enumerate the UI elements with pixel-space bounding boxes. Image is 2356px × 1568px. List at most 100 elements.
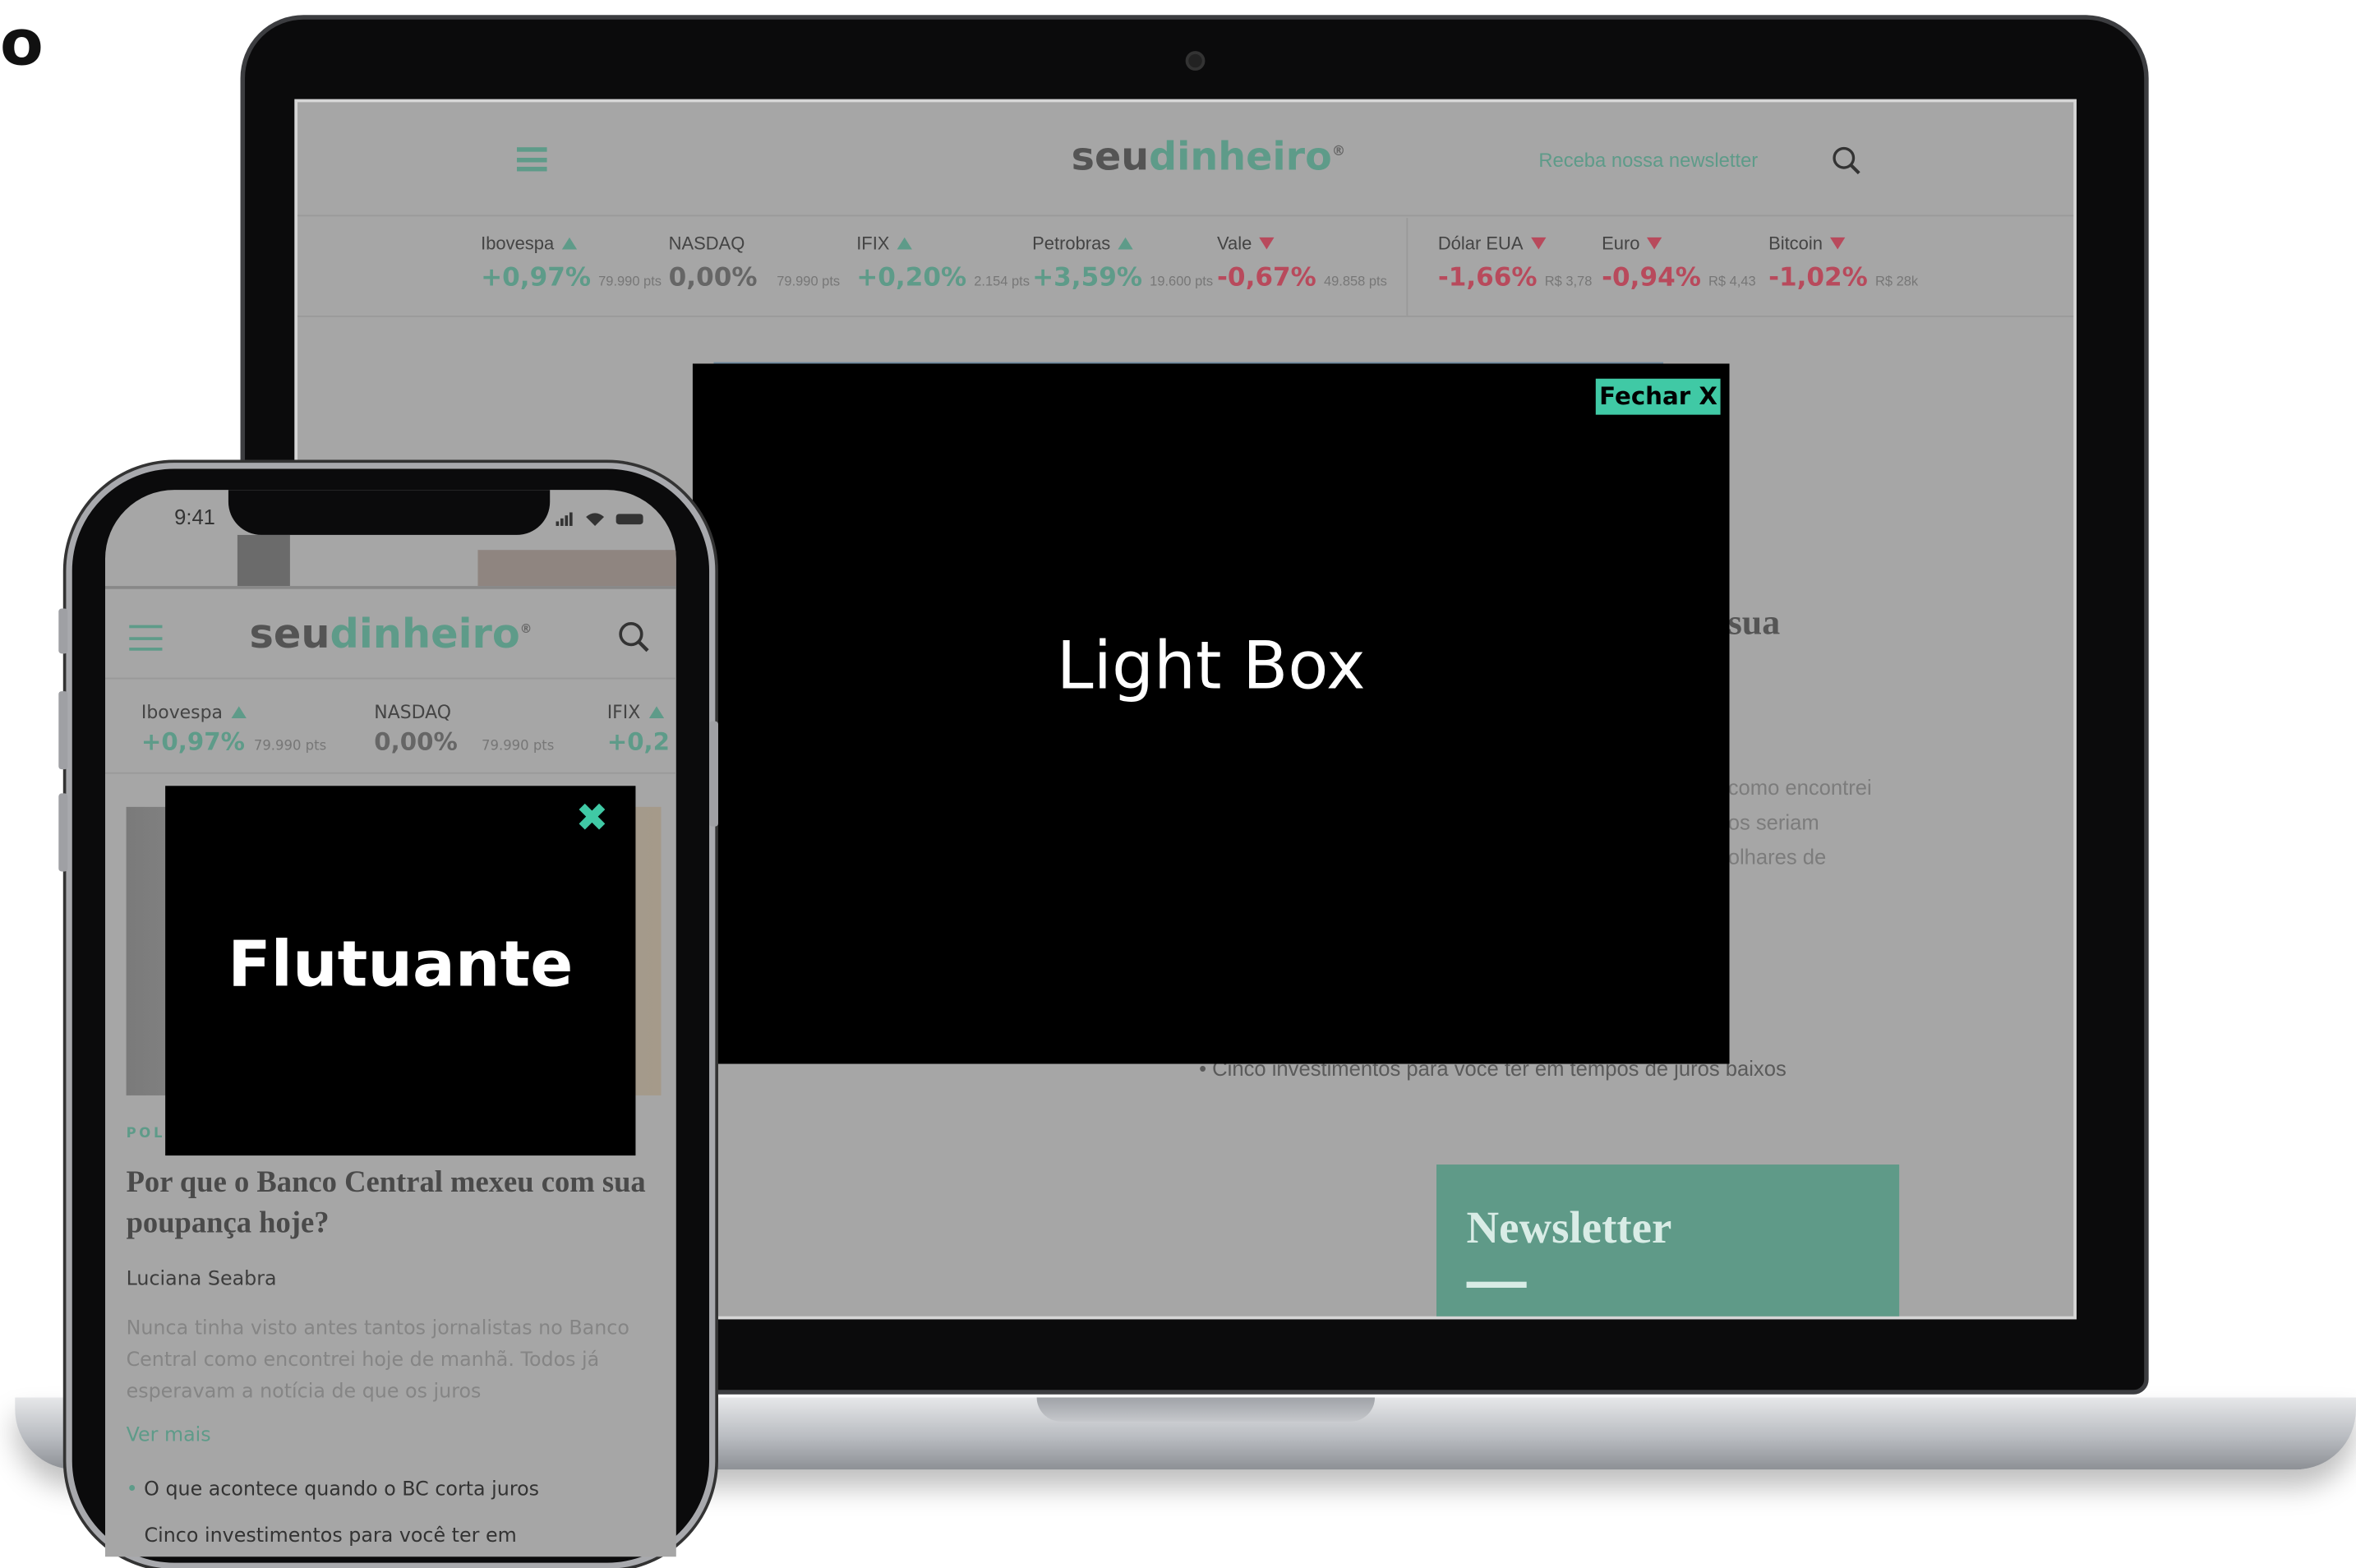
ticker-nasdaq[interactable]: NASDAQ 0,00% 79.990 pts (669, 233, 840, 293)
corner-text: o (0, 6, 44, 80)
search-icon[interactable] (616, 619, 652, 655)
site-header: seudinheiro® Receba nossa newsletter (297, 102, 2074, 217)
ticker-name: Petrobras (1032, 233, 1111, 255)
ticker-name: NASDAQ (668, 233, 745, 255)
lightbox-modal: Light Box Fechar X (692, 363, 1730, 1064)
ticker-ifix[interactable]: IFIX +0,2 (607, 702, 670, 756)
ticker-percent: +0,20% (856, 262, 967, 293)
ticker-points: 79.990 pts (598, 273, 662, 289)
floating-ad: Flutuante ✖ (165, 786, 636, 1156)
ticker-dolar[interactable]: Dólar EUA -1,66% R$ 3,78 (1438, 233, 1593, 293)
ticker-percent: -1,66% (1437, 262, 1538, 293)
ticker-percent: -0,94% (1602, 262, 1701, 293)
read-more-link[interactable]: Ver mais (127, 1424, 211, 1446)
status-time: 9:41 (174, 505, 215, 529)
ticker-euro[interactable]: Euro -0,94% R$ 4,43 (1602, 233, 1756, 293)
arrow-down-icon (1647, 237, 1662, 250)
newsletter-link[interactable]: Receba nossa newsletter (1538, 149, 1758, 171)
arrow-down-icon (1530, 237, 1546, 250)
arrow-down-icon (1259, 237, 1275, 250)
related-link-label: O que acontece quando o BC corta juros (144, 1478, 540, 1501)
menu-icon[interactable] (516, 147, 547, 172)
arrow-up-icon (231, 706, 247, 718)
logo-part-a: seu (249, 611, 330, 658)
phone-side-button (58, 793, 68, 872)
ticker-name: Ibovespa (481, 233, 555, 255)
ticker-points: 79.990 pts (253, 739, 327, 754)
background-photo (237, 534, 290, 587)
article-author: Luciana Seabra (126, 1268, 277, 1291)
ticker-points: 19.600 pts (1150, 273, 1214, 289)
phone-ticker-bar: Ibovespa +0,97% 79.990 pts NASDAQ 0,00% 79… (104, 680, 676, 774)
background-photo (477, 550, 676, 587)
phone-side-button (58, 608, 68, 654)
ticker-points: 79.990 pts (777, 273, 841, 289)
ticker-points: 49.858 pts (1323, 273, 1387, 289)
ticker-name: NASDAQ (374, 701, 452, 723)
ticker-points: R$ 4,43 (1708, 273, 1756, 289)
floating-ad-title: Flutuante (228, 927, 574, 1001)
site-logo[interactable]: seudinheiro® (1072, 136, 1346, 181)
ticker-name: Vale (1217, 233, 1252, 255)
ticker-percent: 0,00% (374, 726, 458, 756)
laptop-camera (1185, 51, 1206, 71)
menu-icon[interactable] (129, 625, 163, 651)
ticker-bar: Ibovespa +0,97% 79.990 pts NASDAQ 0,00% 79… (297, 218, 2074, 317)
article-excerpt: Nunca tinha visto antes tantos jornalist… (126, 1317, 629, 1404)
ticker-ibovespa[interactable]: Ibovespa +0,97% 79.990 pts (141, 702, 326, 756)
search-icon[interactable] (1830, 145, 1863, 178)
site-logo[interactable]: seudinheiro® (250, 611, 533, 658)
ticker-name: Bitcoin (1768, 233, 1823, 255)
close-icon[interactable]: ✖ (574, 800, 610, 839)
ticker-points: R$ 3,78 (1544, 273, 1593, 289)
ticker-petrobras[interactable]: Petrobras +3,59% 19.600 pts (1032, 233, 1213, 293)
arrow-down-icon (1830, 237, 1846, 250)
ticker-percent: -0,67% (1217, 262, 1316, 293)
newsletter-underline (1466, 1281, 1527, 1288)
article-category[interactable]: POL (127, 1127, 166, 1141)
article-title-fragment: sua (1727, 604, 1781, 643)
article-text-fragment: os seriam (1727, 809, 1819, 834)
phone-side-button (709, 721, 718, 827)
ticker-divider (1406, 218, 1409, 317)
logo-part-b: dinheiro (330, 611, 520, 658)
ticker-nasdaq[interactable]: NASDAQ 0,00% 79.990 pts (374, 702, 554, 756)
phone-notch (228, 490, 551, 535)
logo-mark: ® (519, 621, 533, 636)
ticker-name: Euro (1602, 233, 1640, 255)
ticker-name: IFIX (606, 701, 641, 723)
ticker-vale[interactable]: Vale -0,67% 49.858 pts (1217, 233, 1387, 293)
ticker-name: IFIX (856, 233, 890, 255)
ticker-ibovespa[interactable]: Ibovespa +0,97% 79.990 pts (481, 233, 662, 293)
logo-part-a: seu (1071, 135, 1150, 181)
newsletter-box[interactable]: Newsletter (1436, 1164, 1900, 1317)
related-link[interactable]: • O que acontece quando o BC corta juros (127, 1478, 539, 1501)
ticker-points: 2.154 pts (974, 273, 1030, 289)
ticker-percent: -1,02% (1768, 262, 1868, 293)
newsletter-title: Newsletter (1466, 1203, 1672, 1253)
arrow-up-icon (649, 706, 665, 718)
ticker-percent: +0,2 (606, 726, 671, 756)
ticker-percent: +3,59% (1032, 262, 1143, 293)
ticker-points: 79.990 pts (482, 739, 555, 754)
ticker-bitcoin[interactable]: Bitcoin -1,02% R$ 28k (1768, 233, 1918, 293)
ticker-ifix[interactable]: IFIX +0,20% 2.154 pts (856, 233, 1030, 293)
ticker-points: R$ 28k (1874, 273, 1919, 289)
article-text-fragment: como encontrei (1727, 775, 1872, 800)
phone-site-header: seudinheiro® (104, 586, 676, 680)
article-title[interactable]: Por que o Banco Central mexeu com sua po… (127, 1163, 652, 1244)
logo-mark: ® (1331, 145, 1346, 160)
arrow-up-icon (1118, 237, 1133, 250)
logo-part-b: dinheiro (1149, 135, 1332, 181)
ticker-percent: +0,97% (481, 262, 592, 293)
ticker-percent: 0,00% (668, 262, 758, 293)
ticker-percent: +0,97% (141, 726, 245, 756)
ticker-name: Dólar EUA (1437, 233, 1524, 255)
related-link[interactable]: Cinco investimentos para você ter em (145, 1525, 517, 1547)
lightbox-title: Light Box (1056, 628, 1366, 705)
close-button[interactable]: Fechar X (1596, 378, 1721, 415)
ticker-name: Ibovespa (141, 701, 224, 723)
arrow-up-icon (561, 237, 577, 250)
arrow-up-icon (897, 237, 912, 250)
status-icons (556, 512, 643, 526)
